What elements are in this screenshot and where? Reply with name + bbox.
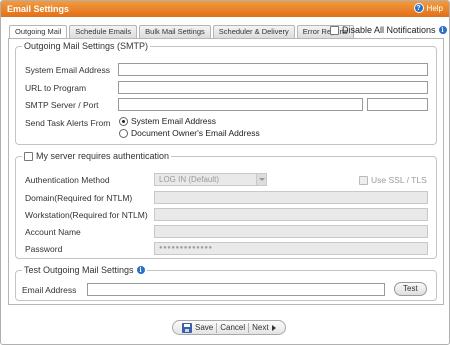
tab-bar: Outgoing Mail Schedule Emails Bulk Mail …: [9, 25, 354, 39]
smtp-server-input[interactable]: [118, 98, 363, 111]
password-label: Password: [25, 244, 63, 254]
tab-scheduler-delivery[interactable]: Scheduler & Delivery: [212, 25, 295, 38]
disable-all-notifications[interactable]: Disable All Notifications i: [330, 25, 447, 35]
email-settings-window: Email Settings ? Help Outgoing Mail Sche…: [0, 0, 450, 345]
system-email-label: System Email Address: [25, 65, 111, 75]
tab-bulk-mail-settings[interactable]: Bulk Mail Settings: [139, 25, 211, 38]
disable-all-checkbox[interactable]: [330, 25, 339, 35]
footer-toolbar: Save Cancel Next: [172, 320, 286, 335]
alert-system-radio[interactable]: [119, 116, 128, 126]
save-icon: [182, 322, 192, 333]
url-input[interactable]: [118, 81, 428, 94]
account-name-input[interactable]: [154, 225, 428, 238]
auth-method-select[interactable]: LOG IN (Default): [154, 173, 267, 186]
title-bar: Email Settings ? Help: [1, 1, 449, 17]
chevron-down-icon: [256, 174, 266, 185]
url-label: URL to Program: [25, 83, 87, 93]
save-label: Save: [195, 323, 214, 332]
auth-method-label: Authentication Method: [25, 175, 110, 185]
help-icon: ?: [413, 3, 424, 13]
alert-owner-radio[interactable]: [119, 128, 128, 138]
auth-checkbox[interactable]: [24, 151, 33, 161]
smtp-port-input[interactable]: [367, 98, 428, 111]
help-label: Help: [426, 3, 443, 13]
auth-method-value: LOG IN (Default): [159, 175, 220, 184]
tab-schedule-emails[interactable]: Schedule Emails: [69, 25, 138, 38]
ssl-option[interactable]: Use SSL / TLS: [359, 175, 427, 185]
account-name-label: Account Name: [25, 227, 81, 237]
tab-content-panel: Outgoing Mail Settings (SMTP) System Ema…: [8, 38, 444, 305]
alert-option-system[interactable]: System Email Address: [119, 116, 216, 126]
domain-input[interactable]: [154, 191, 428, 204]
smtp-legend: Outgoing Mail Settings (SMTP): [24, 41, 149, 51]
info-icon[interactable]: i: [136, 266, 145, 274]
auth-legend-label: My server requires authentication: [36, 151, 170, 161]
test-legend-label: Test Outgoing Mail Settings: [24, 265, 134, 275]
task-alerts-label: Send Task Alerts From: [25, 118, 111, 128]
info-icon[interactable]: i: [438, 26, 447, 34]
next-button[interactable]: Next: [249, 323, 278, 332]
disable-all-label: Disable All Notifications: [342, 25, 436, 35]
test-button[interactable]: Test: [394, 282, 427, 296]
test-email-label: Email Address: [22, 285, 77, 295]
arrow-right-icon: [271, 324, 276, 331]
test-legend: Test Outgoing Mail Settings i: [22, 265, 147, 275]
help-link[interactable]: ? Help: [413, 3, 443, 13]
test-email-input[interactable]: [87, 283, 385, 296]
system-email-input[interactable]: [118, 63, 428, 76]
cancel-button[interactable]: Cancel: [217, 323, 248, 332]
ssl-checkbox[interactable]: [359, 175, 368, 185]
ssl-label: Use SSL / TLS: [371, 175, 427, 185]
window-title: Email Settings: [7, 4, 70, 14]
password-input[interactable]: ●●●●●●●●●●●●●: [154, 242, 428, 255]
workstation-label: Workstation(Required for NTLM): [25, 210, 148, 220]
alert-system-label: System Email Address: [131, 116, 217, 126]
domain-label: Domain(Required for NTLM): [25, 193, 133, 203]
workstation-input[interactable]: [154, 208, 428, 221]
next-label: Next: [252, 323, 269, 332]
smtp-server-port-label: SMTP Server / Port: [25, 100, 99, 110]
tab-outgoing-mail[interactable]: Outgoing Mail: [9, 25, 68, 39]
alert-option-owner[interactable]: Document Owner's Email Address: [119, 128, 260, 138]
auth-legend[interactable]: My server requires authentication: [22, 151, 171, 161]
save-button[interactable]: Save: [179, 322, 216, 333]
alert-owner-label: Document Owner's Email Address: [131, 128, 260, 138]
